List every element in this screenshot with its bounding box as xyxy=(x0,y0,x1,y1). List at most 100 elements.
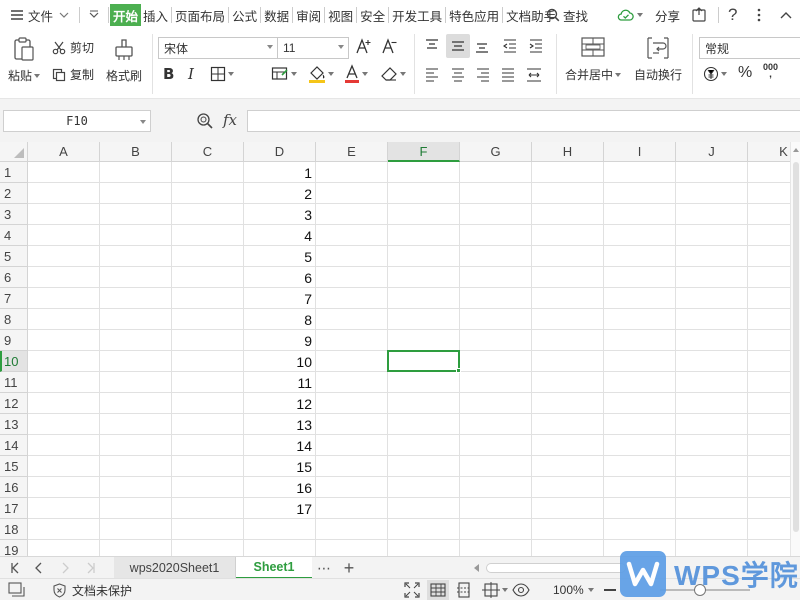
decrease-font-button[interactable] xyxy=(381,37,399,55)
row-header-13[interactable]: 13 xyxy=(0,414,28,435)
prev-sheet-button[interactable] xyxy=(28,557,50,579)
row-header-15[interactable]: 15 xyxy=(0,456,28,477)
row-header-12[interactable]: 12 xyxy=(0,393,28,414)
align-left-button[interactable] xyxy=(424,66,440,82)
horizontal-scrollbar-thumb[interactable] xyxy=(486,563,626,573)
tab-developer[interactable]: 开发工具 xyxy=(390,4,444,26)
row-header-19[interactable]: 19 xyxy=(0,540,28,556)
status-mode-button[interactable] xyxy=(8,582,26,600)
row-header-9[interactable]: 9 xyxy=(0,330,28,351)
column-header-i[interactable]: I xyxy=(604,142,676,162)
help-button[interactable]: ? xyxy=(726,4,739,26)
merge-center-button[interactable]: 合并居中 xyxy=(562,36,624,83)
thousands-button[interactable]: 000 , xyxy=(763,63,778,80)
tab-home[interactable]: 开始 xyxy=(110,4,142,26)
add-sheet-button[interactable]: + xyxy=(338,557,360,579)
fill-color-button[interactable] xyxy=(308,64,334,84)
page-layout-view-button[interactable] xyxy=(482,582,508,598)
italic-button[interactable]: I xyxy=(188,65,194,83)
align-top-button[interactable] xyxy=(424,38,440,54)
font-color-button[interactable] xyxy=(344,64,368,84)
search-button[interactable]: 查找 xyxy=(544,4,590,26)
zoom-formula-button[interactable] xyxy=(196,112,214,133)
format-painter-button[interactable]: 格式刷 xyxy=(104,36,144,84)
tab-page-layout[interactable]: 页面布局 xyxy=(173,4,227,26)
cell-d1[interactable]: 1 xyxy=(244,162,315,183)
spreadsheet-grid[interactable]: ABCDEFGHIJK 1 2 3 4 5 6 7 8 9 10 11 12 13 14 15 16 17 18 1… xyxy=(0,142,800,556)
cell-d11[interactable]: 11 xyxy=(244,372,315,393)
decrease-indent-button[interactable] xyxy=(502,38,518,54)
document-protection-button[interactable]: 文档未保护 xyxy=(52,582,132,599)
cell-d17[interactable]: 17 xyxy=(244,498,315,519)
row-header-18[interactable]: 18 xyxy=(0,519,28,540)
bold-button[interactable]: B xyxy=(163,65,174,83)
row-header-7[interactable]: 7 xyxy=(0,288,28,309)
increase-font-button[interactable] xyxy=(355,37,373,55)
zoom-out-button[interactable] xyxy=(604,589,616,591)
row-header-2[interactable]: 2 xyxy=(0,183,28,204)
column-header-d[interactable]: D xyxy=(244,142,316,162)
cell-d8[interactable]: 8 xyxy=(244,309,315,330)
formula-input[interactable] xyxy=(247,110,800,132)
align-middle-button[interactable] xyxy=(446,34,470,58)
horizontal-scrollbar[interactable] xyxy=(472,561,632,575)
distributed-button[interactable] xyxy=(525,66,543,82)
clear-button[interactable] xyxy=(380,66,406,82)
reading-mode-button[interactable] xyxy=(512,582,530,600)
fullscreen-button[interactable] xyxy=(404,582,420,600)
column-header-e[interactable]: E xyxy=(316,142,388,162)
paste-button[interactable]: 粘贴 xyxy=(6,36,42,84)
tab-view[interactable]: 视图 xyxy=(326,4,355,26)
sheet-tab-wps2020sheet1[interactable]: wps2020Sheet1 xyxy=(114,557,236,579)
cell-d9[interactable]: 9 xyxy=(244,330,315,351)
tab-formulas[interactable]: 公式 xyxy=(230,4,259,26)
column-header-f[interactable]: F xyxy=(388,142,460,162)
column-header-c[interactable]: C xyxy=(172,142,244,162)
normal-view-button[interactable] xyxy=(427,580,449,600)
vertical-scrollbar[interactable] xyxy=(790,142,800,556)
font-size-select[interactable]: 11 xyxy=(277,37,349,59)
cell-d2[interactable]: 2 xyxy=(244,183,315,204)
align-center-button[interactable] xyxy=(450,66,466,82)
first-sheet-button[interactable] xyxy=(4,557,26,579)
border-button[interactable] xyxy=(210,66,234,82)
tab-data[interactable]: 数据 xyxy=(262,4,291,26)
active-cell[interactable] xyxy=(387,350,460,372)
cell-d13[interactable]: 13 xyxy=(244,414,315,435)
tab-security[interactable]: 安全 xyxy=(358,4,387,26)
copy-button[interactable]: 复制 xyxy=(52,66,94,83)
tab-insert[interactable]: 插入 xyxy=(141,4,170,26)
sheet-tab-sheet1[interactable]: Sheet1 xyxy=(236,557,312,579)
currency-button[interactable] xyxy=(703,66,727,82)
cell-d4[interactable]: 4 xyxy=(244,225,315,246)
tab-review[interactable]: 审阅 xyxy=(294,4,323,26)
cell-d14[interactable]: 14 xyxy=(244,435,315,456)
cell-d16[interactable]: 16 xyxy=(244,477,315,498)
cell-d10[interactable]: 10 xyxy=(244,351,315,372)
row-header-16[interactable]: 16 xyxy=(0,477,28,498)
row-header-5[interactable]: 5 xyxy=(0,246,28,267)
justify-button[interactable] xyxy=(500,66,516,82)
row-header-14[interactable]: 14 xyxy=(0,435,28,456)
tab-special-apps[interactable]: 特色应用 xyxy=(447,4,501,26)
row-header-6[interactable]: 6 xyxy=(0,267,28,288)
select-all-corner[interactable] xyxy=(0,142,28,162)
cut-button[interactable]: 剪切 xyxy=(52,39,94,56)
zoom-level-select[interactable]: 100% xyxy=(553,583,594,597)
row-header-11[interactable]: 11 xyxy=(0,372,28,393)
percent-button[interactable]: % xyxy=(738,64,752,82)
cell-d6[interactable]: 6 xyxy=(244,267,315,288)
number-format-select[interactable]: 常规 xyxy=(699,37,800,59)
share-button[interactable]: 分享 xyxy=(653,4,682,26)
cell-d3[interactable]: 3 xyxy=(244,204,315,225)
cell-d12[interactable]: 12 xyxy=(244,393,315,414)
align-bottom-button[interactable] xyxy=(474,38,490,54)
row-header-17[interactable]: 17 xyxy=(0,498,28,519)
export-button[interactable] xyxy=(689,4,709,26)
fill-handle[interactable] xyxy=(456,368,461,373)
collapse-ribbon-button[interactable] xyxy=(778,4,794,26)
cell-style-button[interactable] xyxy=(271,66,297,82)
row-header-1[interactable]: 1 xyxy=(0,162,28,183)
more-options-button[interactable] xyxy=(755,4,763,26)
cell-d5[interactable]: 5 xyxy=(244,246,315,267)
